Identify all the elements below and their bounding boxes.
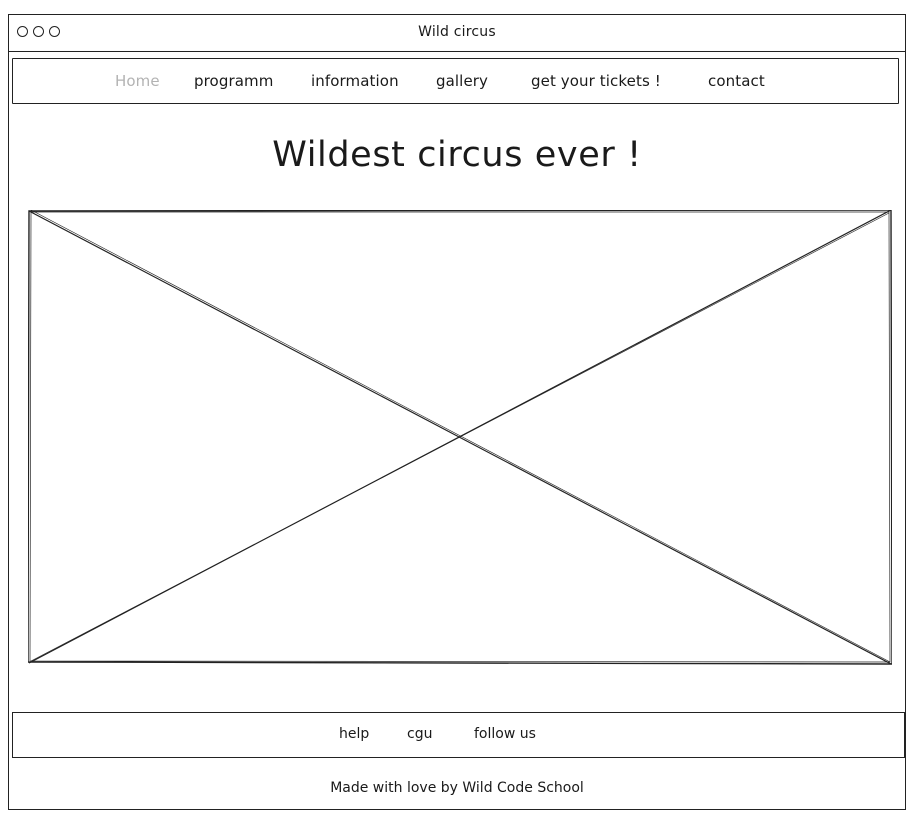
nav-item-home[interactable]: Home — [115, 72, 160, 90]
hero-image-placeholder — [28, 210, 892, 665]
nav-item-gallery[interactable]: gallery — [436, 72, 488, 90]
main-navigation: Home programm information gallery get yo… — [12, 58, 899, 104]
footer-links-bar: help cgu follow us — [12, 712, 905, 758]
footer-link-follow-us[interactable]: follow us — [474, 726, 536, 742]
nav-item-programm[interactable]: programm — [194, 72, 273, 90]
image-placeholder-icon — [28, 210, 892, 665]
footer-link-cgu[interactable]: cgu — [407, 726, 432, 742]
footer-credits: Made with love by Wild Code School — [330, 780, 584, 796]
nav-item-get-tickets[interactable]: get your tickets ! — [531, 72, 661, 90]
window-title: Wild circus — [418, 24, 496, 40]
footer-link-help[interactable]: help — [339, 726, 369, 742]
nav-item-contact[interactable]: contact — [708, 72, 765, 90]
browser-window: Wild circus Home programm information ga… — [8, 14, 906, 810]
nav-item-information[interactable]: information — [311, 72, 399, 90]
window-titlebar: Wild circus — [9, 15, 905, 52]
page-headline: Wildest circus ever ! — [272, 135, 642, 175]
